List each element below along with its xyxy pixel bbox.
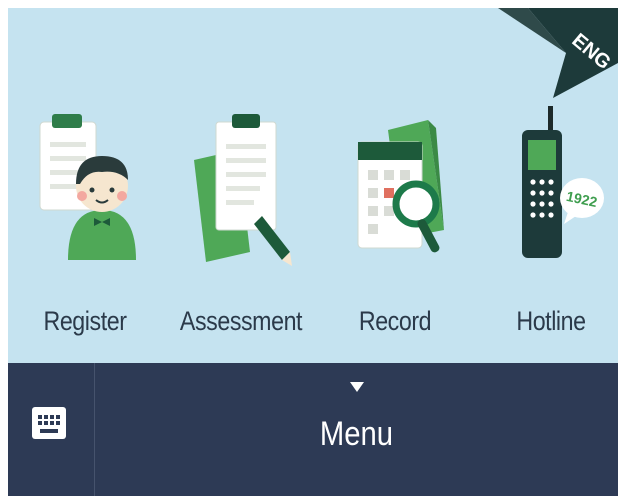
rich-menu-panel: ENG Register Assessment Record 1922 Hotl… xyxy=(8,8,618,363)
menu-label-hotline: Hotline xyxy=(516,306,586,336)
register-icon xyxy=(39,114,136,260)
bottom-bar: Menu xyxy=(8,363,618,496)
menu-label: Menu xyxy=(319,415,394,453)
caret-down-icon xyxy=(349,382,364,392)
assessment-icon xyxy=(194,114,292,266)
menu-toggle-button[interactable]: Menu xyxy=(95,363,618,496)
menu-label-record: Record xyxy=(358,306,432,336)
menu-label-register: Register xyxy=(43,306,127,336)
record-icon xyxy=(357,120,444,253)
menu-label-assessment: Assessment xyxy=(179,306,303,336)
menu-item-register[interactable]: Register xyxy=(10,100,160,350)
menu-item-assessment[interactable]: Assessment xyxy=(166,100,316,350)
hotline-icon: 1922 xyxy=(522,106,604,258)
menu-item-record[interactable]: Record xyxy=(320,100,470,350)
menu-item-hotline[interactable]: 1922 Hotline xyxy=(476,100,618,350)
keyboard-icon xyxy=(32,407,66,439)
keyboard-button[interactable] xyxy=(8,363,95,496)
